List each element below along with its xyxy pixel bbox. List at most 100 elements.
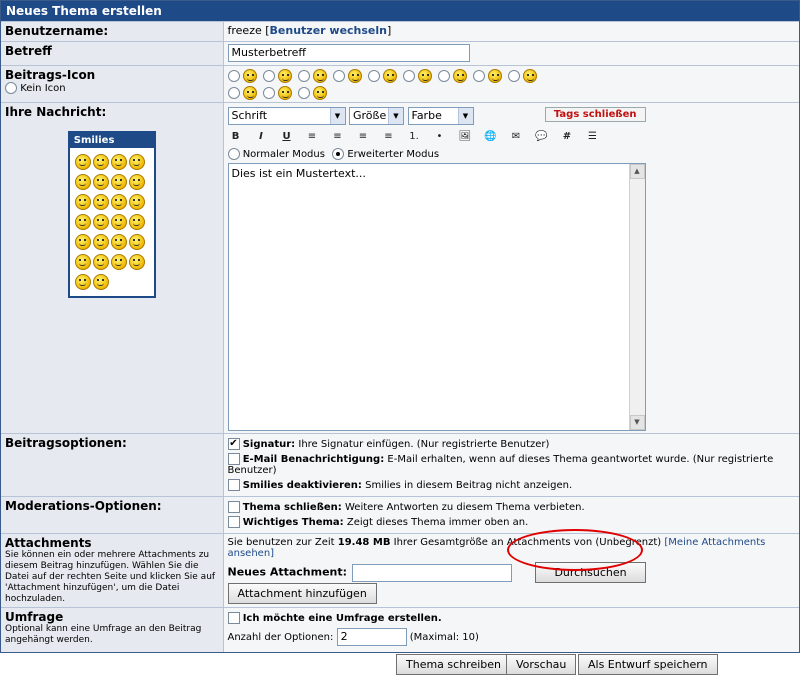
subject-input[interactable]: Musterbetreff [227, 44, 470, 62]
smiley-icon[interactable] [128, 174, 145, 190]
ordered-list-button[interactable]: 1. [406, 129, 422, 145]
close-option-text: Weitere Antworten zu diesem Thema verbie… [344, 502, 585, 513]
smiley-icon[interactable] [128, 254, 145, 270]
extended-mode-label: Erweiterter Modus [347, 149, 440, 160]
icon-radio[interactable] [297, 87, 310, 99]
attachment-file-input[interactable] [352, 563, 513, 582]
signature-option-title: Signatur: [242, 439, 296, 450]
smile-icon [243, 69, 257, 83]
username-label: Benutzername: [1, 21, 224, 42]
poll-description: Optional kann eine Umfrage an den Beitra… [5, 624, 202, 645]
smiley-icon[interactable] [92, 234, 109, 250]
bold-button[interactable]: B [228, 129, 244, 145]
close-topic-checkbox[interactable] [227, 501, 240, 513]
extended-mode-radio[interactable] [332, 148, 345, 160]
no-icon-radio[interactable] [5, 82, 17, 94]
smiley-icon[interactable] [92, 154, 109, 170]
new-topic-form: Neues Thema erstellen Benutzername: free… [0, 0, 800, 653]
font-select[interactable]: Schrift ▼ [227, 107, 346, 125]
poll-label: Umfrage [5, 610, 64, 624]
normal-mode-radio[interactable] [227, 148, 240, 160]
justify-button[interactable]: ≡ [381, 129, 397, 145]
smiley-icon[interactable] [128, 194, 145, 210]
message-label: Ihre Nachricht: [5, 105, 107, 119]
usage-size: 19.48 MB [337, 537, 391, 548]
normal-mode-label: Normaler Modus [242, 149, 325, 160]
close-tags-button[interactable]: Tags schließen [544, 107, 646, 122]
icon-radio[interactable] [437, 70, 450, 82]
laugh-icon [278, 86, 292, 100]
wink-icon [418, 69, 432, 83]
smiley-icon[interactable] [74, 214, 91, 230]
smiley-icon[interactable] [74, 254, 91, 270]
smiley-icon[interactable] [110, 214, 127, 230]
smiley-icon[interactable] [92, 174, 109, 190]
smiley-icon[interactable] [74, 174, 91, 190]
message-scrollbar[interactable]: ▲ ▼ [628, 164, 645, 430]
sticky-option-title: Wichtiges Thema: [242, 517, 344, 528]
color-select[interactable]: Farbe ▼ [407, 107, 474, 125]
smiley-icon[interactable] [110, 254, 127, 270]
icon-radio[interactable] [507, 70, 520, 82]
align-center-button[interactable]: ≡ [330, 129, 346, 145]
italic-button[interactable]: I [253, 129, 269, 145]
icon-radio[interactable] [297, 70, 310, 82]
icon-radio[interactable] [227, 70, 240, 82]
icon-radio[interactable] [472, 70, 485, 82]
smiley-icon[interactable] [110, 234, 127, 250]
thumbs-icon [488, 69, 502, 83]
smiley-icon[interactable] [110, 194, 127, 210]
chevron-down-icon: ▼ [457, 108, 473, 124]
preview-button[interactable]: Vorschau [506, 654, 577, 675]
align-right-button[interactable]: ≡ [355, 129, 371, 145]
smiley-icon[interactable] [92, 214, 109, 230]
smiley-icon[interactable] [110, 154, 127, 170]
smiley-icon[interactable] [74, 274, 91, 290]
icon-radio[interactable] [367, 70, 380, 82]
sad-icon [383, 69, 397, 83]
size-select[interactable]: Größe ▼ [349, 107, 404, 125]
message-text: Dies ist ein Mustertext... [231, 167, 366, 180]
create-poll-checkbox[interactable] [227, 612, 240, 624]
smiley-icon[interactable] [128, 214, 145, 230]
scroll-down-icon[interactable]: ▼ [629, 415, 645, 430]
underline-button[interactable]: U [279, 129, 295, 145]
smilies-header: Smilies [69, 133, 154, 148]
sticky-topic-checkbox[interactable] [227, 516, 240, 528]
icon-radio[interactable] [262, 70, 275, 82]
code-button[interactable]: # [559, 129, 575, 145]
add-attachment-button[interactable]: Attachment hinzufügen [227, 583, 377, 604]
image-icon[interactable]: 🖼 [457, 129, 473, 145]
scroll-up-icon[interactable]: ▲ [629, 164, 645, 179]
php-icon[interactable]: ☰ [585, 129, 601, 145]
message-textarea[interactable]: Dies ist ein Mustertext... ▲ ▼ [227, 163, 646, 431]
smiley-icon[interactable] [128, 234, 145, 250]
smiley-icon[interactable] [92, 194, 109, 210]
smiley-icon[interactable] [92, 254, 109, 270]
chevron-down-icon: ▼ [329, 108, 345, 124]
signature-checkbox[interactable]: ✔ [227, 438, 240, 450]
icon-radio[interactable] [332, 70, 345, 82]
link-icon[interactable]: 🌐 [483, 129, 499, 145]
save-draft-button[interactable]: Als Entwurf speichern [578, 654, 718, 675]
smiley-icon[interactable] [74, 154, 91, 170]
icon-radio[interactable] [227, 87, 240, 99]
unordered-list-button[interactable]: • [432, 129, 448, 145]
switch-user-link[interactable]: Benutzer wechseln [270, 24, 387, 37]
smiley-icon[interactable] [128, 154, 145, 170]
quote-icon[interactable]: 💬 [534, 129, 550, 145]
exclamation-icon [523, 69, 537, 83]
icon-radio[interactable] [402, 70, 415, 82]
smiley-icon[interactable] [110, 174, 127, 190]
align-left-button[interactable]: ≡ [304, 129, 320, 145]
smiley-icon[interactable] [74, 194, 91, 210]
at-icon [313, 86, 327, 100]
email-notify-checkbox[interactable] [227, 453, 240, 465]
submit-button[interactable]: Thema schreiben [396, 654, 511, 675]
smiley-icon[interactable] [74, 234, 91, 250]
icon-radio[interactable] [262, 87, 275, 99]
poll-count-input[interactable]: 2 [336, 628, 407, 646]
email-icon[interactable]: ✉ [508, 129, 524, 145]
smiley-icon[interactable] [92, 274, 109, 290]
disable-smilies-checkbox[interactable] [227, 479, 240, 491]
